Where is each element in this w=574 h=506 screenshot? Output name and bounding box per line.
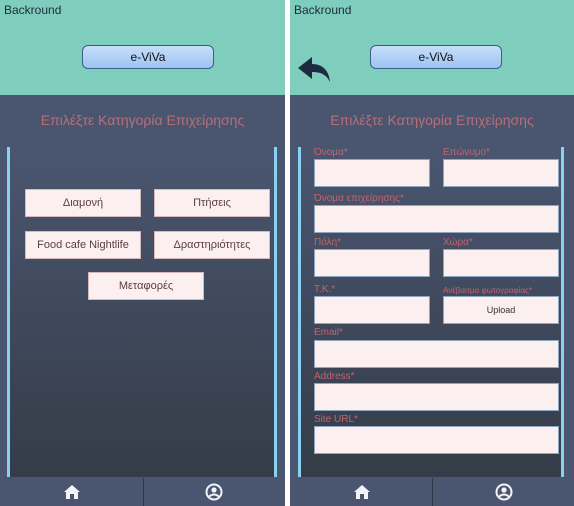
city-label: Πόλη*	[314, 237, 342, 248]
logo-button[interactable]: e-ViVa	[82, 45, 214, 69]
upload-button[interactable]: Upload	[443, 296, 559, 324]
country-label: Χώρα*	[443, 237, 473, 248]
user-icon[interactable]	[495, 483, 513, 501]
background-caption: Backround	[4, 3, 62, 17]
bottom-nav	[0, 478, 285, 506]
country-input[interactable]	[443, 249, 559, 277]
logo-button[interactable]: e-ViVa	[370, 45, 502, 69]
category-panel: Διαμονή Πτήσεις Food cafe Nightlife Δρασ…	[7, 147, 277, 477]
category-header: Επιλέξτε Κατηγορία Επιχείρησης	[290, 95, 574, 145]
category-button-activities[interactable]: Δραστηριότητες	[154, 231, 270, 259]
category-button-transport[interactable]: Μεταφορές	[88, 272, 204, 300]
back-arrow-icon[interactable]	[296, 54, 332, 86]
business-name-input[interactable]	[314, 205, 559, 233]
top-bar: Backround e-ViVa	[0, 0, 285, 95]
last-name-input[interactable]	[443, 159, 559, 187]
postal-code-label: Τ.Κ.*	[314, 284, 336, 295]
registration-form: Όνομα* Επώνυμο* Όνομα επιχείρησης* Πόλη*…	[298, 147, 564, 477]
site-url-input[interactable]	[314, 426, 559, 454]
category-button-accommodation[interactable]: Διαμονή	[25, 189, 141, 217]
nav-divider	[432, 478, 433, 506]
nav-divider	[142, 478, 144, 506]
home-icon[interactable]	[353, 483, 371, 501]
address-input[interactable]	[314, 383, 559, 411]
first-name-label: Όνομα*	[314, 147, 348, 158]
top-bar: Backround e-ViVa	[290, 0, 574, 95]
category-button-flights[interactable]: Πτήσεις	[154, 189, 270, 217]
first-name-input[interactable]	[314, 159, 430, 187]
site-url-label: Site URL*	[314, 414, 358, 425]
email-label: Email*	[314, 327, 343, 338]
email-input[interactable]	[314, 340, 559, 368]
category-title: Επιλέξτε Κατηγορία Επιχείρησης	[40, 112, 245, 128]
background-caption: Backround	[294, 3, 352, 17]
bottom-nav	[290, 478, 574, 506]
category-button-food-nightlife[interactable]: Food cafe Nightlife	[25, 231, 141, 259]
address-label: Address*	[314, 371, 355, 382]
user-icon[interactable]	[205, 483, 223, 501]
registration-screen: Backround e-ViVa Επιλέξτε Κατηγορία Επιχ…	[290, 0, 574, 506]
business-name-label: Όνομα επιχείρησης*	[314, 193, 404, 204]
last-name-label: Επώνυμο*	[443, 147, 490, 158]
category-header: Επιλέξτε Κατηγορία Επιχείρησης	[0, 95, 285, 145]
city-input[interactable]	[314, 249, 430, 277]
category-screen: Backround e-ViVa Επιλέξτε Κατηγορία Επιχ…	[0, 0, 285, 506]
photo-upload-label: Ανέβασμα φωτογραφίας*	[443, 286, 532, 295]
postal-code-input[interactable]	[314, 296, 430, 324]
category-title: Επιλέξτε Κατηγορία Επιχείρησης	[330, 112, 534, 128]
home-icon[interactable]	[63, 483, 81, 501]
